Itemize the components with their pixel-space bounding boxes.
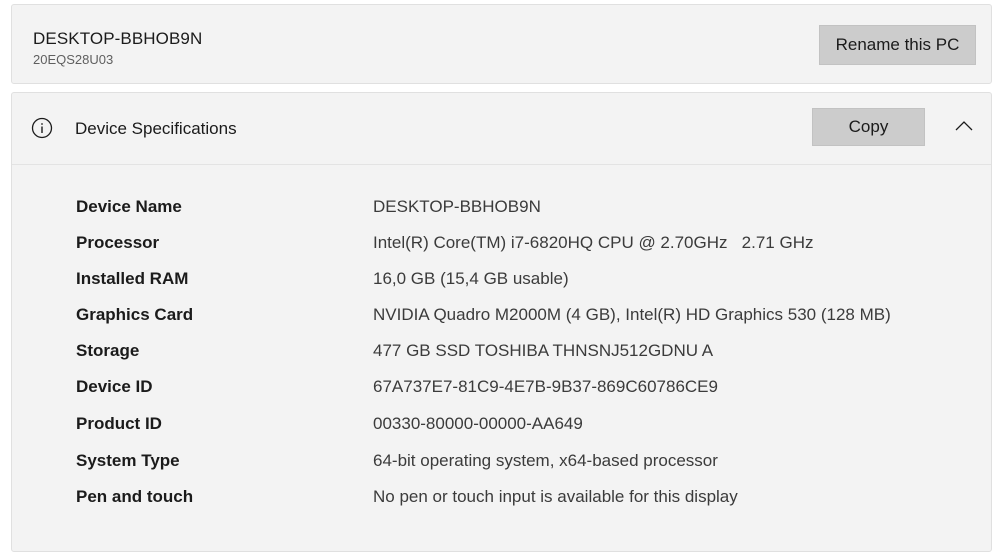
spec-value: No pen or touch input is available for t… <box>373 487 738 506</box>
spec-row-installed-ram: Installed RAM 16,0 GB (15,4 GB usable) <box>12 269 991 299</box>
spec-value: 67A737E7-81C9-4E7B-9B37-869C60786CE9 <box>373 377 718 396</box>
info-circle-icon <box>31 117 53 139</box>
spec-row-system-type: System Type 64-bit operating system, x64… <box>12 451 991 481</box>
spec-value: 00330-80000-00000-AA649 <box>373 414 583 433</box>
pc-name: DESKTOP-BBHOB9N <box>33 29 203 48</box>
chevron-up-icon[interactable] <box>954 120 974 132</box>
spec-label: Processor <box>76 233 160 252</box>
spec-label: Storage <box>76 341 140 360</box>
spec-value: Intel(R) Core(TM) i7-6820HQ CPU @ 2.70GH… <box>373 233 814 252</box>
spec-row-pen-and-touch: Pen and touch No pen or touch input is a… <box>12 487 991 517</box>
spec-value: 16,0 GB (15,4 GB usable) <box>373 269 569 288</box>
section-title: Device Specifications <box>75 119 237 138</box>
pc-model: 20EQS28U03 <box>33 52 114 67</box>
spec-row-processor: Processor Intel(R) Core(TM) i7-6820HQ CP… <box>12 233 991 263</box>
spec-row-product-id: Product ID 00330-80000-00000-AA649 <box>12 414 991 444</box>
spec-label: Installed RAM <box>76 269 189 288</box>
spec-value: 477 GB SSD TOSHIBA THNSNJ512GDNU A <box>373 341 714 360</box>
spec-row-device-name: Device Name DESKTOP-BBHOB9N <box>12 197 991 227</box>
spec-label: Device Name <box>76 197 182 216</box>
rename-pc-button[interactable]: Rename this PC <box>819 25 976 65</box>
spec-label: Product ID <box>76 414 162 433</box>
device-name-card: DESKTOP-BBHOB9N 20EQS28U03 Rename this P… <box>11 4 992 84</box>
spec-row-device-id: Device ID 67A737E7-81C9-4E7B-9B37-869C60… <box>12 377 991 407</box>
spec-row-graphics-card: Graphics Card NVIDIA Quadro M2000M (4 GB… <box>12 305 991 335</box>
spec-label: Graphics Card <box>76 305 194 324</box>
spec-value: 64-bit operating system, x64-based proce… <box>373 451 718 470</box>
spec-row-storage: Storage 477 GB SSD TOSHIBA THNSNJ512GDNU… <box>12 341 991 371</box>
spec-value: NVIDIA Quadro M2000M (4 GB), Intel(R) HD… <box>373 305 891 324</box>
device-specifications-header[interactable]: Device Specifications Copy <box>12 93 991 165</box>
spec-label: System Type <box>76 451 180 470</box>
spec-value: DESKTOP-BBHOB9N <box>373 197 541 216</box>
spec-label: Device ID <box>76 377 153 396</box>
copy-button[interactable]: Copy <box>812 108 925 146</box>
device-specifications-card: Device Specifications Copy Device Name D… <box>11 92 992 552</box>
spec-label: Pen and touch <box>76 487 194 506</box>
